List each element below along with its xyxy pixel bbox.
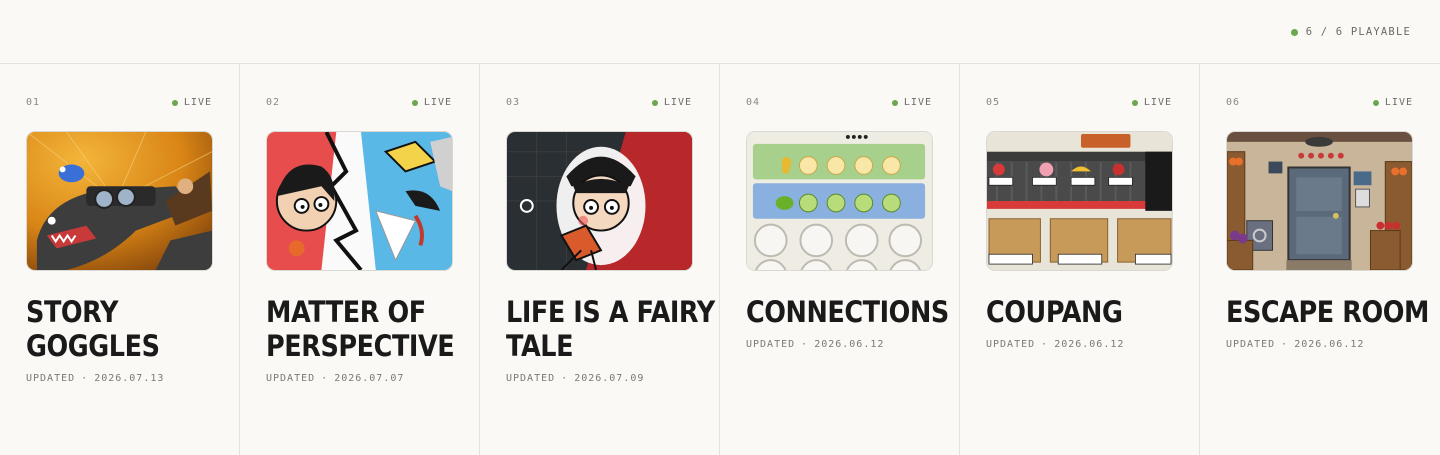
card-header: 01 LIVE bbox=[26, 97, 212, 108]
game-card-matter-of-perspective[interactable]: 02 LIVE MATTER OF PERSPECTIVE UPDATED · … bbox=[240, 64, 480, 455]
card-number: 06 bbox=[1226, 97, 1241, 108]
updated-line: UPDATED · 2026.06.12 bbox=[746, 339, 884, 350]
updated-separator: · bbox=[1041, 339, 1049, 350]
updated-label: UPDATED bbox=[266, 373, 316, 384]
updated-line: UPDATED · 2026.06.12 bbox=[1226, 339, 1364, 350]
card-header: 02 LIVE bbox=[266, 97, 452, 108]
updated-date: 2026.06.12 bbox=[814, 339, 885, 350]
game-title: LIFE IS A FAIRY TALE bbox=[506, 295, 715, 363]
game-card-escape-room[interactable]: 06 LIVE ESCAPE ROOM UPDATED · 2026.06.12 bbox=[1200, 64, 1440, 455]
live-dot-icon bbox=[1131, 99, 1138, 106]
coupang-thumbnail[interactable] bbox=[986, 131, 1173, 271]
game-card-story-goggles[interactable]: 01 LIVE STORY GOGGLES UPDATED · 2026.07.… bbox=[0, 64, 240, 455]
status-dot-icon bbox=[1290, 28, 1298, 36]
matter-of-perspective-art bbox=[267, 132, 452, 270]
live-label: LIVE bbox=[183, 97, 212, 108]
coupang-art bbox=[987, 132, 1172, 270]
updated-separator: · bbox=[321, 373, 329, 384]
game-grid: 01 LIVE STORY GOGGLES UPDATED · 2026.07.… bbox=[0, 64, 1440, 455]
live-badge: LIVE bbox=[891, 97, 932, 108]
connections-art bbox=[747, 132, 932, 270]
connections-thumbnail[interactable] bbox=[746, 131, 933, 271]
playable-status: 6 / 6 PLAYABLE bbox=[1290, 26, 1411, 38]
game-title: ESCAPE ROOM bbox=[1226, 295, 1429, 329]
live-badge: LIVE bbox=[411, 97, 452, 108]
live-label: LIVE bbox=[1143, 97, 1172, 108]
live-dot-icon bbox=[411, 99, 418, 106]
live-badge: LIVE bbox=[171, 97, 212, 108]
matter-of-perspective-thumbnail[interactable] bbox=[266, 131, 453, 271]
game-title: MATTER OF PERSPECTIVE bbox=[266, 295, 455, 363]
game-title: STORY GOGGLES bbox=[26, 295, 160, 363]
updated-separator: · bbox=[801, 339, 809, 350]
game-card-connections[interactable]: 04 LIVE CONNECTIONS UPDATED · 2026.06.12 bbox=[720, 64, 960, 455]
updated-label: UPDATED bbox=[506, 373, 556, 384]
live-badge: LIVE bbox=[1131, 97, 1172, 108]
playable-count: 6 / 6 PLAYABLE bbox=[1305, 26, 1411, 38]
live-label: LIVE bbox=[1384, 97, 1413, 108]
live-dot-icon bbox=[651, 99, 658, 106]
game-title: CONNECTIONS bbox=[746, 295, 949, 329]
card-header: 04 LIVE bbox=[746, 97, 932, 108]
updated-date: 2026.06.12 bbox=[1294, 339, 1365, 350]
updated-separator: · bbox=[1281, 339, 1289, 350]
updated-line: UPDATED · 2026.07.13 bbox=[26, 373, 164, 384]
fairy-tale-thumbnail[interactable] bbox=[506, 131, 693, 271]
card-number: 05 bbox=[986, 97, 1001, 108]
story-goggles-thumbnail[interactable] bbox=[26, 131, 213, 271]
updated-line: UPDATED · 2026.07.09 bbox=[506, 373, 644, 384]
updated-date: 2026.07.09 bbox=[574, 373, 645, 384]
updated-separator: · bbox=[561, 373, 569, 384]
updated-label: UPDATED bbox=[746, 339, 796, 350]
updated-label: UPDATED bbox=[26, 373, 76, 384]
live-badge: LIVE bbox=[651, 97, 692, 108]
updated-label: UPDATED bbox=[986, 339, 1036, 350]
game-card-life-is-a-fairy-tale[interactable]: 03 LIVE LIFE IS A FAIRY TALE UPDATED · 2… bbox=[480, 64, 720, 455]
updated-label: UPDATED bbox=[1226, 339, 1276, 350]
card-number: 01 bbox=[26, 97, 41, 108]
live-badge: LIVE bbox=[1372, 97, 1413, 108]
card-number: 03 bbox=[506, 97, 521, 108]
game-card-coupang[interactable]: 05 LIVE COUPANG UPDATED · 2026.06.12 bbox=[960, 64, 1200, 455]
updated-date: 2026.06.12 bbox=[1054, 339, 1125, 350]
escape-room-thumbnail[interactable] bbox=[1226, 131, 1413, 271]
card-number: 02 bbox=[266, 97, 281, 108]
updated-separator: · bbox=[81, 373, 89, 384]
escape-room-art bbox=[1227, 132, 1412, 270]
fairy-tale-art bbox=[507, 132, 692, 270]
updated-date: 2026.07.07 bbox=[334, 373, 405, 384]
card-header: 03 LIVE bbox=[506, 97, 692, 108]
top-bar: 6 / 6 PLAYABLE bbox=[0, 0, 1440, 64]
live-label: LIVE bbox=[663, 97, 692, 108]
live-dot-icon bbox=[1372, 99, 1379, 106]
card-header: 05 LIVE bbox=[986, 97, 1172, 108]
updated-line: UPDATED · 2026.06.12 bbox=[986, 339, 1124, 350]
card-header: 06 LIVE bbox=[1226, 97, 1413, 108]
live-label: LIVE bbox=[903, 97, 932, 108]
game-title: COUPANG bbox=[986, 295, 1123, 329]
updated-line: UPDATED · 2026.07.07 bbox=[266, 373, 404, 384]
live-dot-icon bbox=[891, 99, 898, 106]
updated-date: 2026.07.13 bbox=[94, 373, 165, 384]
live-label: LIVE bbox=[423, 97, 452, 108]
story-goggles-art bbox=[27, 132, 212, 270]
card-number: 04 bbox=[746, 97, 761, 108]
live-dot-icon bbox=[171, 99, 178, 106]
